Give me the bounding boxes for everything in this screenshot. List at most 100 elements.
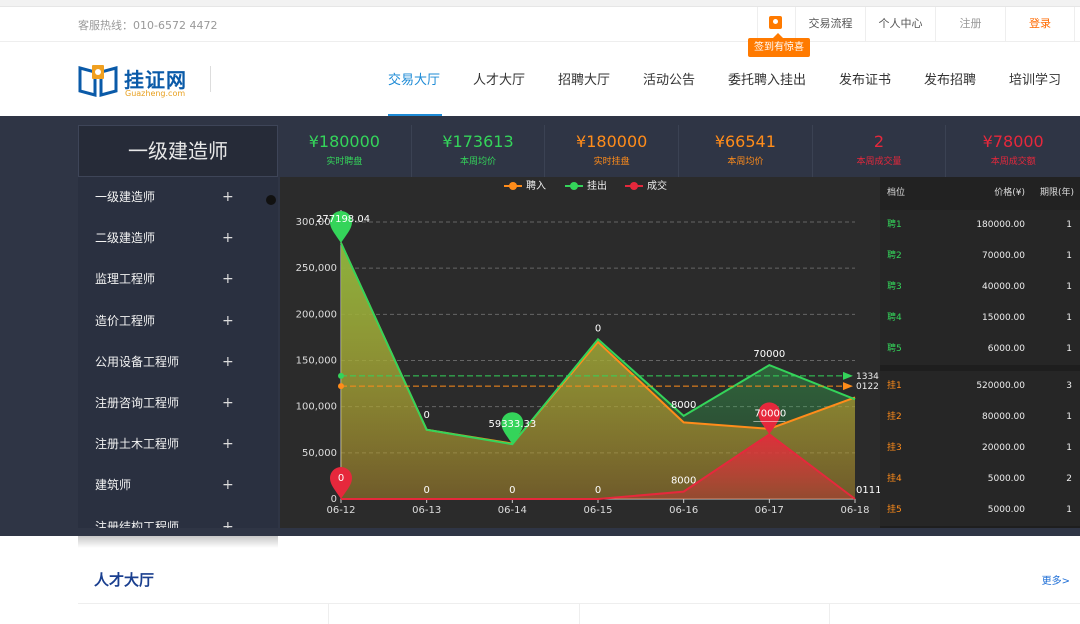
x-tick-label: 06-16 <box>669 505 698 516</box>
price-panel-header: 档位 价格(¥) 期限(年) <box>880 177 1080 210</box>
link-trade-process[interactable]: 交易流程 <box>795 7 865 42</box>
nav-announcements[interactable]: 活动公告 <box>643 42 697 116</box>
site-logo[interactable]: 挂证网 Guazheng.com <box>78 62 218 102</box>
point-label: 0 <box>595 323 601 334</box>
point-label: 0 <box>423 410 429 421</box>
site-header: 挂证网 Guazheng.com 交易大厅 人才大厅 招聘大厅 活动公告 委托聘… <box>0 42 1080 116</box>
more-link[interactable]: 更多> <box>1042 572 1070 587</box>
plus-icon[interactable]: + <box>222 424 234 465</box>
talent-column <box>580 604 831 624</box>
x-tick-label: 06-18 <box>840 505 869 516</box>
gift-icon[interactable] <box>769 16 782 29</box>
talent-column <box>830 604 1080 624</box>
sell-row[interactable]: 挂3 20000.00 1 <box>880 433 1080 464</box>
point-label: 0 <box>338 473 344 484</box>
y-tick-label: 100,000 <box>296 402 337 413</box>
price-trend-chart: 0 50,000 100,000 150,000 200,000 250,000 300,0… <box>280 177 880 528</box>
category-item[interactable]: 监理工程师 + <box>78 259 278 300</box>
nav-publish-cert[interactable]: 发布证书 <box>839 42 893 116</box>
point-label: 0 <box>423 485 429 496</box>
legend-dot <box>570 182 578 190</box>
category-item[interactable]: 二级建造师 + <box>78 218 278 259</box>
plus-icon[interactable]: + <box>222 218 234 259</box>
sell-row[interactable]: 挂1 520000.00 3 <box>880 371 1080 402</box>
plus-icon[interactable]: + <box>222 342 234 383</box>
category-item[interactable]: 一级建造师 + <box>78 177 278 218</box>
point-label: 277198.04 <box>316 214 370 225</box>
reference-start-dot <box>338 372 344 379</box>
x-tick-label: 06-14 <box>498 505 527 516</box>
talent-column <box>329 604 580 624</box>
reference-arrow <box>843 371 853 380</box>
nav-talent-hall[interactable]: 人才大厅 <box>473 42 527 116</box>
dropdown-shadow <box>78 536 278 548</box>
plus-icon[interactable]: + <box>222 301 234 342</box>
buy-row[interactable]: 聘1 180000.00 1 <box>880 210 1080 241</box>
link-user-center[interactable]: 个人中心 <box>865 7 935 42</box>
category-item[interactable]: 注册结构工程师 + <box>78 507 278 529</box>
category-list: 一级建造师 + 二级建造师 + 监理工程师 + 造价工程师 + 公用设备工程师 + 注册咨… <box>78 177 278 528</box>
point-label: 59333.33 <box>488 419 536 430</box>
plus-icon[interactable]: + <box>222 259 234 300</box>
point-label: 8000 <box>671 476 696 487</box>
sell-levels: 挂1 520000.00 3 挂2 80000.00 1 挂3 20000.00 1 挂4 5… <box>880 371 1080 526</box>
y-tick-label: 0 <box>331 494 337 505</box>
book-logo-icon <box>78 65 118 97</box>
y-tick-label: 50,000 <box>302 448 337 459</box>
legend-label: 成交 <box>647 179 667 192</box>
legend-dot <box>509 182 517 190</box>
buy-row[interactable]: 聘5 6000.00 1 <box>880 334 1080 365</box>
checkin-gift[interactable]: 签到有惊喜 <box>748 7 810 57</box>
sell-row[interactable]: 挂5 5000.00 1 <box>880 495 1080 526</box>
link-register[interactable]: 注册 <box>935 7 1005 42</box>
plus-icon[interactable]: + <box>222 177 234 218</box>
category-item[interactable]: 造价工程师 + <box>78 301 278 342</box>
buy-row[interactable]: 聘3 40000.00 1 <box>880 272 1080 303</box>
stat-week-volume: 2 本周成交量 <box>813 125 947 177</box>
reference-label: 1334 <box>856 372 879 382</box>
category-item[interactable]: 建筑师 + <box>78 465 278 506</box>
talent-column <box>78 604 329 624</box>
plus-icon[interactable]: + <box>222 507 234 529</box>
sell-row[interactable]: 挂4 5000.00 2 <box>880 464 1080 495</box>
legend-label: 聘入 <box>526 179 546 192</box>
stat-week-avg-hire: ¥173613 本周均价 <box>412 125 546 177</box>
logo-separator <box>210 66 211 92</box>
buy-row[interactable]: 聘4 15000.00 1 <box>880 303 1080 334</box>
nav-recruit-hall[interactable]: 招聘大厅 <box>558 42 612 116</box>
reference-arrow <box>843 382 853 391</box>
point-label: 0111 <box>856 485 880 496</box>
category-item[interactable]: 公用设备工程师 + <box>78 342 278 383</box>
stat-week-amount: ¥78000 本周成交额 <box>982 132 1044 167</box>
nav-trading-hall[interactable]: 交易大厅 <box>388 42 442 116</box>
category-item[interactable]: 注册土木工程师 + <box>78 424 278 465</box>
browser-top-strip <box>0 0 1080 7</box>
x-tick-label: 06-13 <box>412 505 441 516</box>
plus-icon[interactable]: + <box>222 465 234 506</box>
talent-columns <box>78 604 1080 624</box>
logo-subtext: Guazheng.com <box>125 89 186 98</box>
point-label: 70000 <box>754 408 786 419</box>
stat-week-avg-list: ¥66541 本周均价 <box>679 125 813 177</box>
price-panel: 档位 价格(¥) 期限(年) 聘1 180000.00 1 聘2 70000.00 1 聘3… <box>880 177 1080 528</box>
utility-links: 签到有惊喜 交易流程 个人中心 注册 登录 <box>748 7 1075 57</box>
trading-hall: 一级建造师 ¥180000 实时聘盘 ¥173613 本周均价 ¥180000 实时挂… <box>0 116 1080 536</box>
point-label: 70000 <box>753 349 785 360</box>
nav-publish-job[interactable]: 发布招聘 <box>924 42 978 116</box>
utility-bar: 客服热线：010-6572 4472 签到有惊喜 交易流程 个人中心 注册 登录 <box>0 7 1080 57</box>
link-login[interactable]: 登录 <box>1005 7 1075 42</box>
scroll-dot[interactable] <box>266 195 276 205</box>
legend-label: 挂出 <box>587 179 607 192</box>
point-label: 8000 <box>671 400 696 411</box>
reference-label: 0122 <box>856 382 879 392</box>
x-tick-label: 06-17 <box>755 505 784 516</box>
buy-row[interactable]: 聘2 70000.00 1 <box>880 241 1080 272</box>
talent-section: 人才大厅 更多> <box>78 553 1080 624</box>
nav-training[interactable]: 培训学习 <box>1009 42 1063 116</box>
sell-row[interactable]: 挂2 80000.00 1 <box>880 402 1080 433</box>
stat-realtime-hire: ¥180000 实时聘盘 <box>278 125 412 177</box>
y-tick-label: 250,000 <box>296 263 337 274</box>
chart-svg: 050,000100,000150,000200,000250,000300,0… <box>296 179 880 516</box>
plus-icon[interactable]: + <box>222 383 234 424</box>
category-item[interactable]: 注册咨询工程师 + <box>78 383 278 424</box>
